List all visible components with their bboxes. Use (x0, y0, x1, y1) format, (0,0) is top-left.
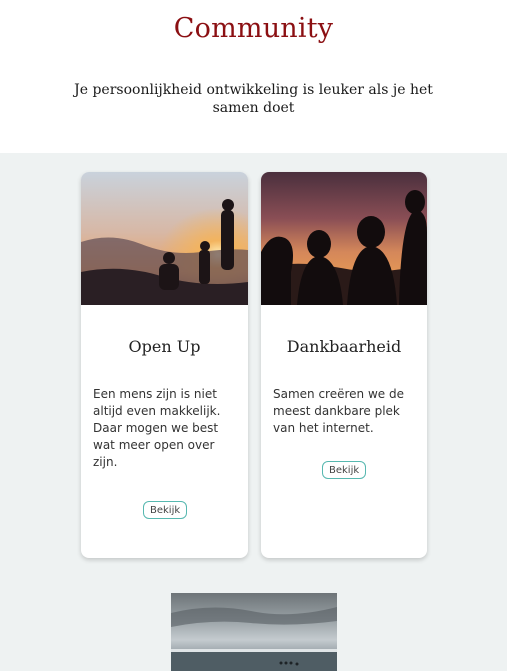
bekijk-button[interactable]: Bekijk (143, 501, 188, 519)
card-text: Een mens zijn is niet altijd even makkel… (93, 387, 221, 469)
card-title: Dankbaarheid (286, 337, 402, 356)
community-cards-section: Open Up Een mens zijn is niet altijd eve… (0, 153, 507, 671)
card-title: Open Up (128, 337, 201, 356)
card-dankbaarheid[interactable]: Dankbaarheid Samen creëren we de meest d… (261, 172, 427, 558)
header: Community Je persoonlijkheid ontwikkelin… (0, 0, 507, 153)
sea-horizon-photo[interactable] (171, 593, 337, 671)
card-text: Samen creëren we de meest dankbare plek … (273, 387, 404, 435)
silhouette-group-photo (261, 172, 427, 305)
sunset-friends-photo (81, 172, 248, 305)
page-title: Community (173, 13, 334, 44)
bekijk-button[interactable]: Bekijk (322, 461, 367, 479)
card-open-up[interactable]: Open Up Een mens zijn is niet altijd eve… (81, 172, 248, 558)
page-subtitle: Je persoonlijkheid ontwikkeling is leuke… (74, 82, 433, 116)
